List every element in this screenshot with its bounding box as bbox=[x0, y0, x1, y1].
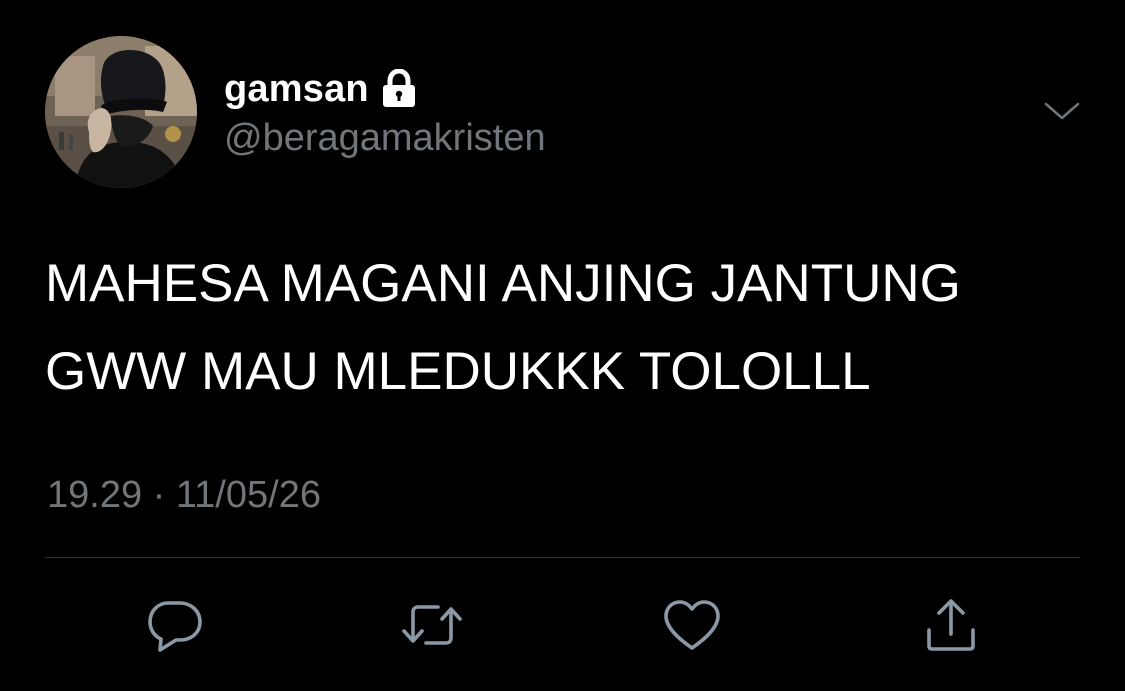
lock-icon bbox=[381, 68, 417, 109]
share-button[interactable] bbox=[919, 593, 983, 657]
like-button[interactable] bbox=[660, 593, 724, 657]
reply-icon bbox=[146, 597, 204, 653]
share-icon bbox=[921, 596, 981, 654]
avatar-image bbox=[45, 36, 197, 188]
reply-button[interactable] bbox=[143, 593, 207, 657]
chevron-down-icon[interactable] bbox=[1040, 96, 1084, 126]
author-name-row[interactable]: gamsan bbox=[224, 66, 417, 112]
avatar[interactable] bbox=[45, 36, 197, 188]
retweet-icon bbox=[400, 600, 464, 650]
divider bbox=[45, 557, 1080, 558]
heart-icon bbox=[662, 598, 722, 652]
retweet-button[interactable] bbox=[400, 593, 464, 657]
tweet-text-line: MAHESA MAGANI ANJING JANTUNG bbox=[45, 254, 961, 313]
tweet-timestamp[interactable]: 19.29 · 11/05/26 bbox=[47, 474, 321, 517]
display-name[interactable]: gamsan bbox=[224, 68, 369, 111]
tweet-text-line: GWW MAU MLEDUKKK TOLOLLL bbox=[45, 342, 871, 401]
tweet-text: MAHESA MAGANI ANJING JANTUNG GWW MAU MLE… bbox=[45, 240, 1095, 416]
user-handle[interactable]: @beragamakristen bbox=[224, 117, 546, 160]
